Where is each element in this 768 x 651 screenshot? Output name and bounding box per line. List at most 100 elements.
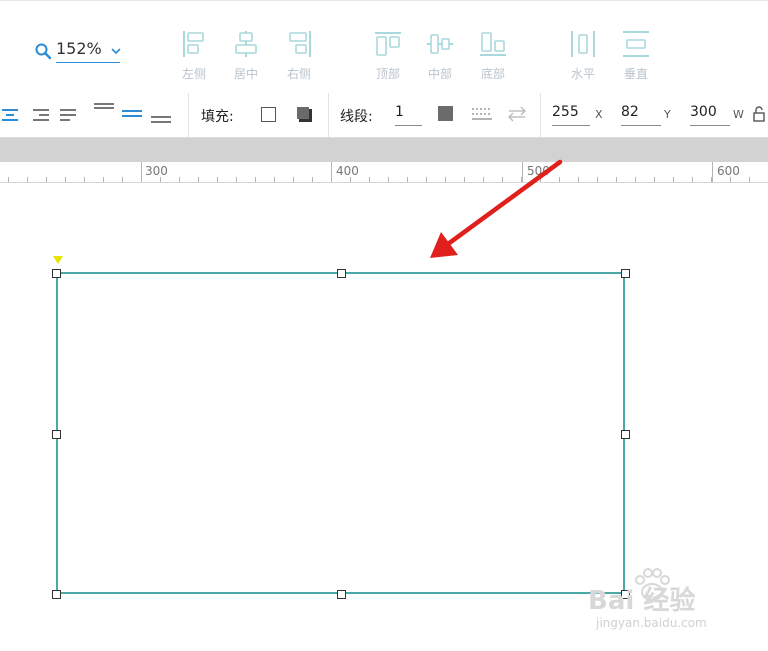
ruler-major-tick bbox=[141, 162, 142, 182]
y-axis-label: Y bbox=[664, 108, 671, 121]
ruler-tick bbox=[236, 177, 237, 182]
ruler-tick bbox=[160, 177, 161, 182]
chevron-down-icon[interactable] bbox=[110, 45, 122, 57]
ruler-tick bbox=[103, 177, 104, 182]
align-left-button[interactable]: 左侧 bbox=[174, 29, 214, 85]
ruler-tick bbox=[692, 177, 693, 182]
resize-handle-left[interactable] bbox=[52, 430, 61, 439]
align-center-icon bbox=[235, 31, 257, 57]
x-position-input[interactable]: 255 bbox=[552, 103, 590, 126]
ruler-tick bbox=[84, 177, 85, 182]
ruler-tick bbox=[122, 177, 123, 182]
ruler-tick bbox=[27, 177, 28, 182]
ruler-tick bbox=[483, 177, 484, 182]
watermark-text: Bai 经验 bbox=[588, 586, 696, 616]
x-axis-label: X bbox=[595, 108, 603, 121]
format-toolbar: 填充: 线段: 1 255 X 82 Y 300 W bbox=[0, 93, 768, 138]
align-top-button[interactable]: 顶部 bbox=[368, 29, 408, 85]
ruler-tick bbox=[559, 177, 560, 182]
lock-icon[interactable] bbox=[752, 105, 766, 123]
text-align-right-icon[interactable] bbox=[31, 107, 51, 123]
ruler-label: 600 bbox=[717, 164, 740, 178]
ruler-tick bbox=[179, 177, 180, 182]
fill-color-swatch[interactable] bbox=[261, 107, 276, 122]
ruler-tick bbox=[597, 177, 598, 182]
resize-handle-right[interactable] bbox=[621, 430, 630, 439]
ruler-tick bbox=[730, 177, 731, 182]
horizontal-ruler: 300 400 500 600 bbox=[0, 162, 768, 183]
align-right-button[interactable]: 右侧 bbox=[279, 29, 319, 85]
ruler-tick bbox=[65, 177, 66, 182]
align-center-button[interactable]: 居中 bbox=[226, 29, 266, 85]
ruler-tick bbox=[578, 177, 579, 182]
ruler-tick bbox=[407, 177, 408, 182]
arrow-style-icon[interactable] bbox=[507, 106, 527, 122]
stroke-color-swatch[interactable] bbox=[438, 106, 453, 121]
valign-bottom-icon[interactable] bbox=[150, 115, 172, 125]
ruler-tick bbox=[8, 177, 9, 182]
ruler-tick bbox=[635, 177, 636, 182]
align-bottom-icon bbox=[480, 32, 506, 56]
y-position-input[interactable]: 82 bbox=[621, 103, 661, 126]
distribute-horizontal-icon bbox=[571, 31, 595, 57]
distribute-vertical-button[interactable]: 垂直 bbox=[616, 29, 656, 85]
ruler-tick bbox=[426, 177, 427, 182]
ruler-tick bbox=[616, 177, 617, 182]
align-top-icon bbox=[375, 32, 401, 56]
main-toolbar: 152% 左侧 居中 右侧 顶部 中部 底部 水平 垂直 bbox=[0, 0, 768, 94]
ruler-tick bbox=[217, 177, 218, 182]
search-icon bbox=[35, 43, 52, 60]
text-align-center-icon[interactable] bbox=[0, 107, 20, 123]
ruler-tick bbox=[502, 177, 503, 182]
selected-rectangle-shape[interactable] bbox=[56, 272, 625, 594]
watermark: Bai 经验 jingyan.baidu.com bbox=[588, 568, 758, 638]
zoom-control[interactable]: 152% bbox=[34, 39, 121, 63]
distribute-horizontal-button[interactable]: 水平 bbox=[563, 29, 603, 85]
fill-shadow-icon[interactable] bbox=[296, 106, 313, 123]
ruler-tick bbox=[369, 177, 370, 182]
align-top-label: 顶部 bbox=[375, 67, 400, 81]
ruler-tick bbox=[749, 177, 750, 182]
fill-label: 填充: bbox=[201, 109, 234, 125]
distribute-vertical-label: 垂直 bbox=[623, 67, 648, 81]
ruler-tick bbox=[274, 177, 275, 182]
stroke-width-input[interactable]: 1 bbox=[395, 103, 422, 126]
ruler-tick bbox=[198, 177, 199, 182]
ruler-tick bbox=[312, 177, 313, 182]
resize-handle-bottom[interactable] bbox=[337, 590, 346, 599]
ruler-major-tick bbox=[331, 162, 332, 182]
align-middle-label: 中部 bbox=[427, 67, 452, 81]
toolbar-divider bbox=[328, 93, 329, 137]
ruler-tick bbox=[540, 177, 541, 182]
toolbar-divider bbox=[540, 93, 541, 137]
anchor-marker[interactable] bbox=[53, 256, 63, 264]
align-bottom-button[interactable]: 底部 bbox=[473, 29, 513, 85]
width-axis-label: W bbox=[733, 108, 744, 121]
align-left-icon bbox=[183, 31, 204, 57]
stroke-style-icon[interactable] bbox=[472, 106, 492, 122]
ruler-tick bbox=[464, 177, 465, 182]
resize-handle-top-right[interactable] bbox=[621, 269, 630, 278]
distribute-vertical-icon bbox=[623, 31, 649, 57]
resize-handle-top[interactable] bbox=[337, 269, 346, 278]
align-middle-icon bbox=[427, 34, 453, 54]
distribute-horizontal-label: 水平 bbox=[570, 67, 595, 81]
resize-handle-top-left[interactable] bbox=[52, 269, 61, 278]
align-middle-button[interactable]: 中部 bbox=[420, 29, 460, 85]
width-input[interactable]: 300 bbox=[690, 103, 730, 126]
align-right-label: 右侧 bbox=[286, 67, 311, 81]
ruler-tick bbox=[255, 177, 256, 182]
valign-middle-icon[interactable] bbox=[121, 109, 143, 119]
ruler-label: 300 bbox=[145, 164, 168, 178]
resize-handle-bottom-left[interactable] bbox=[52, 590, 61, 599]
stroke-label: 线段: bbox=[340, 109, 373, 125]
ruler-tick bbox=[293, 177, 294, 182]
ruler-tick bbox=[350, 177, 351, 182]
ruler-major-tick bbox=[522, 162, 523, 182]
toolbar-divider bbox=[188, 93, 189, 137]
text-align-justify-icon[interactable] bbox=[58, 107, 78, 123]
ruler-tick bbox=[46, 177, 47, 182]
valign-top-icon[interactable] bbox=[93, 101, 115, 111]
ruler-label: 400 bbox=[336, 164, 359, 178]
ruler-tick bbox=[445, 177, 446, 182]
